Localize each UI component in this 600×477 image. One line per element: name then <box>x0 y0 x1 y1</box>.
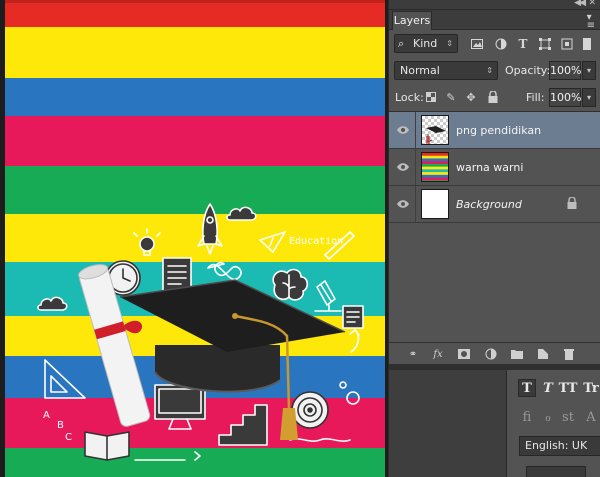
layer-thumbnail-png-pendidikan <box>421 115 449 145</box>
layer-row-warna-warni[interactable]: warna warni <box>389 149 600 186</box>
filter-toggle-icon[interactable] <box>582 37 592 51</box>
link-layers-icon[interactable]: ⚭ <box>406 347 420 361</box>
layer-filter-row: ⌕ Kind ⇕ T <box>389 30 600 57</box>
arrow-icon <box>349 329 360 353</box>
education-doodle-artwork: Education A B C <box>37 203 364 461</box>
infinity-icon <box>207 261 242 281</box>
right-panel-dock: ◀◀ ✕ Layers ▾ ≡ ⌕ Kind ⇕ T Normal ⇕ Opac… <box>388 0 600 477</box>
tab-layers[interactable]: Layers <box>392 11 432 30</box>
layer-row-background[interactable]: Background <box>389 186 600 223</box>
fx-icon[interactable]: fx <box>431 347 445 361</box>
paper-plane-icon <box>259 231 286 253</box>
blend-mode-select[interactable]: Normal ⇕ <box>394 61 498 80</box>
book-icon <box>84 431 130 461</box>
notepad-icon <box>342 305 364 329</box>
document-canvas[interactable]: Education A B C <box>0 0 388 477</box>
character-panel-right: T T TT Tr fi ℴ st A English: UK <box>508 370 600 477</box>
eye-icon[interactable] <box>397 198 409 210</box>
lock-all-icon[interactable] <box>486 90 500 104</box>
kind-filter-label: Kind <box>413 37 438 50</box>
opacity-input[interactable]: 100% <box>549 61 581 80</box>
adjustment-icon[interactable] <box>484 347 498 361</box>
target-icon <box>291 391 329 429</box>
character-panel-left <box>389 370 507 477</box>
brain-icon <box>272 268 309 301</box>
stairs-icon <box>218 404 268 446</box>
panel-menu-icon[interactable]: ▾ ≡ <box>587 13 595 31</box>
character-panel: T T TT Tr fi ℴ st A English: UK <box>389 370 600 477</box>
type-filter-icon[interactable]: T <box>516 37 530 51</box>
blend-opacity-row: Normal ⇕ Opacity: 100% ▾ <box>389 57 600 84</box>
rocket-icon <box>197 203 223 255</box>
lock-position-icon[interactable]: ✥ <box>464 90 478 104</box>
language-select[interactable]: English: UK <box>519 436 600 456</box>
lightbulb-icon <box>133 228 161 256</box>
svg-text:A: A <box>43 410 50 421</box>
lock-label: Lock: <box>395 91 424 104</box>
anti-alias-field[interactable] <box>526 466 586 477</box>
small-caps-button[interactable]: Tr <box>582 379 600 397</box>
image-filter-icon[interactable] <box>470 37 484 51</box>
cloud-icon <box>226 206 257 221</box>
layers-list: png pendidikan warna warni Background <box>389 111 600 342</box>
adjustment-filter-icon[interactable] <box>494 37 508 51</box>
layer-name: png pendidikan <box>456 124 542 137</box>
all-caps-button[interactable]: TT <box>559 379 578 397</box>
close-panel-icon[interactable]: ✕ <box>588 0 596 8</box>
svg-text:C: C <box>65 432 72 443</box>
microscope-icon <box>314 280 342 312</box>
gear-icon <box>346 391 360 405</box>
trash-icon[interactable] <box>562 347 576 361</box>
alternate-ligatures-button[interactable]: ℴ <box>539 408 557 426</box>
opacity-dropdown-icon[interactable]: ▾ <box>582 61 596 80</box>
layer-row-png-pendidikan[interactable]: png pendidikan <box>389 112 600 149</box>
folder-icon[interactable] <box>510 347 524 361</box>
thumbnail-stripe <box>422 180 448 181</box>
layer-thumbnail-warna-warni <box>421 152 449 182</box>
lock-transparent-pixels-icon[interactable] <box>424 90 438 104</box>
layers-tab-bar: Layers ▾ ≡ <box>389 10 600 31</box>
fill-dropdown-icon[interactable]: ▾ <box>582 88 596 107</box>
eye-icon[interactable] <box>397 161 409 173</box>
opacity-label: Opacity: <box>505 64 551 77</box>
collapse-panels-icon[interactable]: ◀◀ <box>574 0 586 8</box>
document-artboard[interactable]: Education A B C <box>5 0 385 477</box>
lock-fill-row: Lock: ✎ ✥ Fill: 100% ▾ <box>389 84 600 111</box>
layer-thumbnail-background <box>421 189 449 219</box>
blend-mode-value: Normal <box>400 64 440 77</box>
monitor-icon <box>154 384 206 430</box>
layers-footer-toolbar: ⚭ fx <box>389 342 600 364</box>
panel-dock-topbar: ◀◀ ✕ <box>389 0 600 10</box>
swash-button[interactable]: st <box>559 408 577 426</box>
layer-name: warna warni <box>456 161 524 174</box>
lock-icon <box>567 197 577 209</box>
eye-icon[interactable] <box>397 124 409 136</box>
stylistic-alternates-button[interactable]: A <box>582 408 600 426</box>
kind-filter-select[interactable]: ⌕ Kind ⇕ <box>394 34 458 53</box>
faux-bold-button[interactable]: T <box>518 379 536 397</box>
layer-name: Background <box>456 198 522 211</box>
search-icon: ⌕ <box>398 37 405 50</box>
mask-icon[interactable] <box>457 347 471 361</box>
smart-object-filter-icon[interactable] <box>560 37 574 51</box>
cloud-small-icon <box>37 296 68 311</box>
fill-label: Fill: <box>526 91 545 104</box>
svg-text:B: B <box>57 420 64 431</box>
lock-image-pixels-icon[interactable]: ✎ <box>444 90 458 104</box>
chevron-updown-icon: ⇕ <box>446 39 453 48</box>
faux-italic-button[interactable]: T <box>539 379 557 397</box>
new-layer-icon[interactable] <box>536 347 550 361</box>
ligatures-button[interactable]: fi <box>518 408 536 426</box>
ruler-triangle-icon <box>44 359 86 399</box>
shape-filter-icon[interactable] <box>538 37 552 51</box>
fill-input[interactable]: 100% <box>549 88 581 107</box>
chevron-updown-icon: ⇕ <box>486 66 493 75</box>
